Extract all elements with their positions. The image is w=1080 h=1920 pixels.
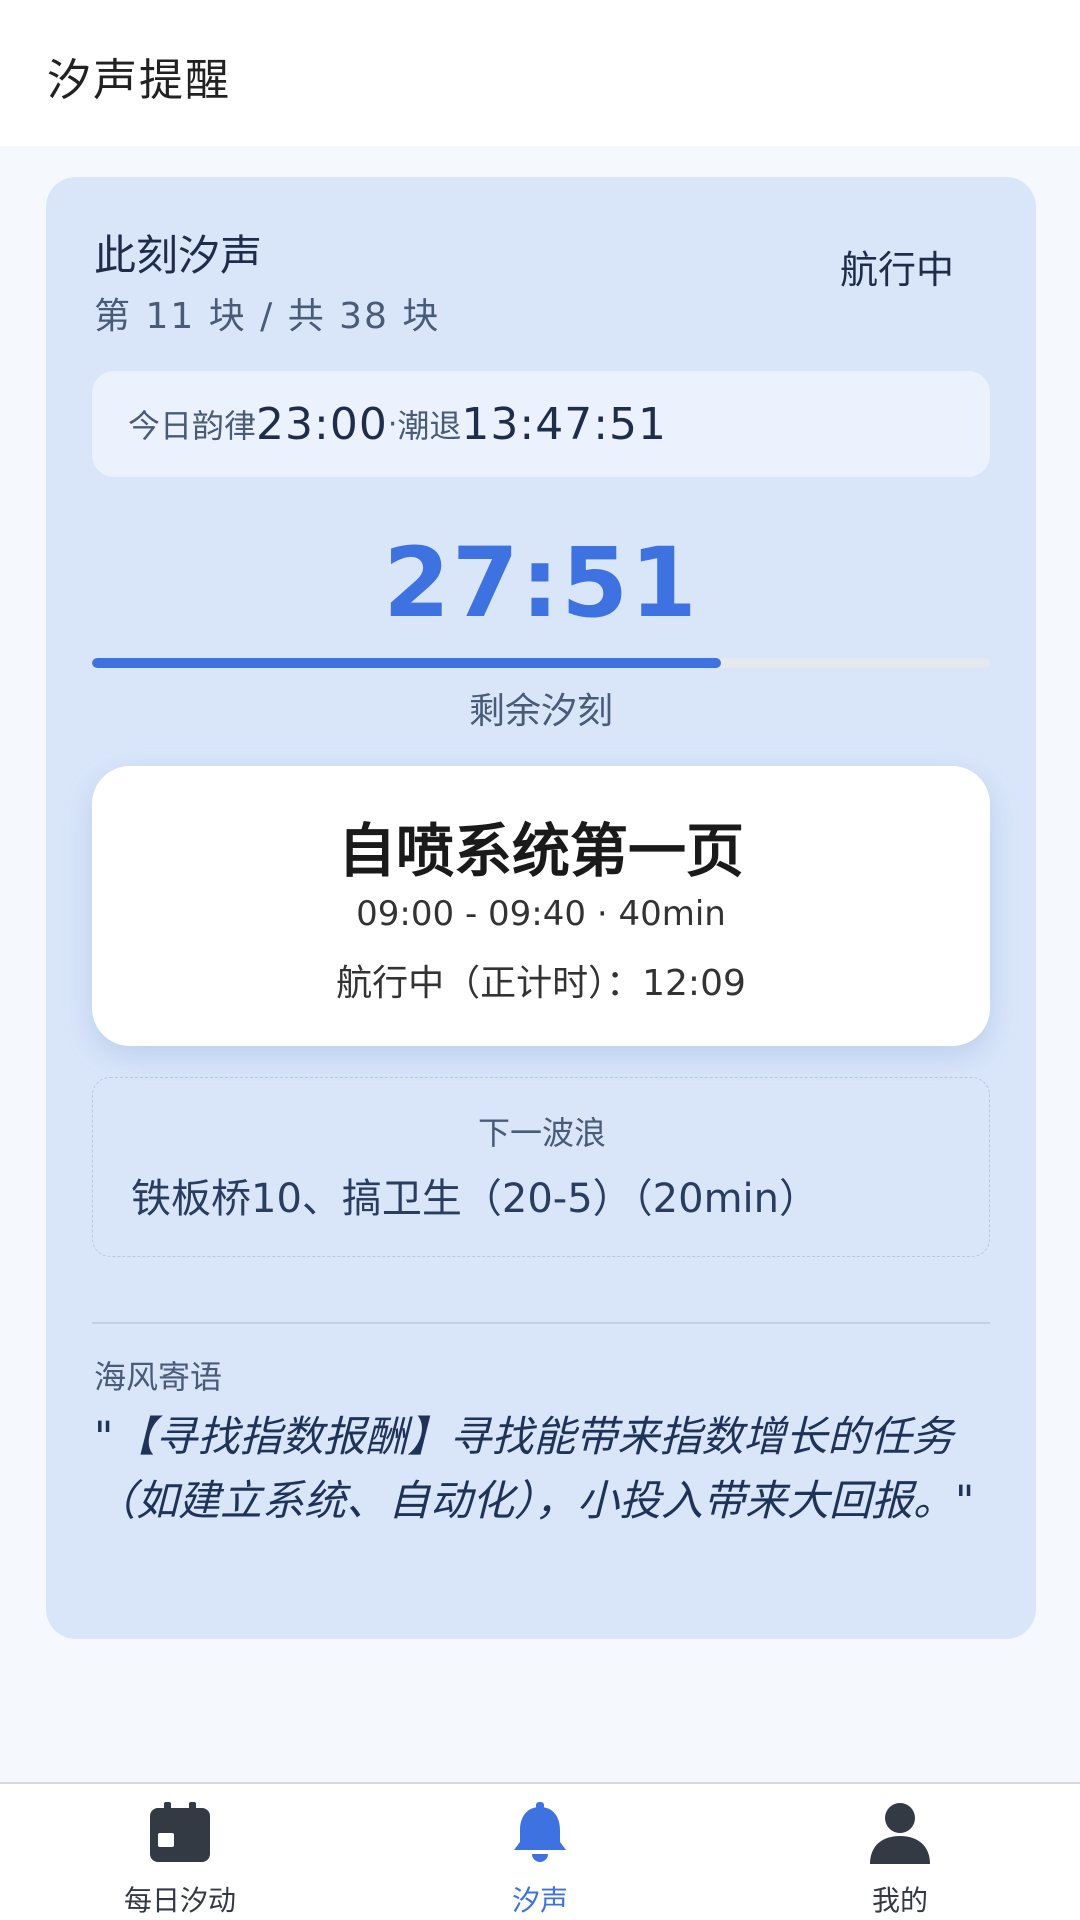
nav-label-daily: 每日汐动: [123, 1884, 236, 1917]
nav-label-mine: 我的: [871, 1884, 928, 1917]
nav-item-mine[interactable]: 我的: [750, 1784, 1050, 1920]
card-title: 此刻汐声: [94, 231, 263, 280]
next-wave-box: 下一波浪 铁板桥10、搞卫生（20-5）（20min）: [92, 1077, 990, 1257]
next-wave-label: 下一波浪: [477, 1114, 606, 1152]
status-text: 航行中: [839, 248, 954, 292]
calendar-icon: [150, 1802, 210, 1862]
task-time-range: 09:00 - 09:40 · 40min: [356, 894, 726, 934]
app-title: 汐声提醒: [47, 55, 231, 106]
rhythm-label: 今日韵律: [128, 407, 257, 445]
rhythm-separator: ·: [387, 406, 398, 442]
current-tide-card: 此刻汐声 第 11 块 / 共 38 块 航行中 今日韵律 23:00 · 潮退…: [46, 177, 1036, 1639]
daily-rhythm-box: 今日韵律 23:00 · 潮退 13:47:51: [92, 371, 990, 477]
quote-label: 海风寄语: [94, 1358, 223, 1396]
bell-icon: [514, 1802, 566, 1862]
task-title: 自喷系统第一页: [337, 817, 744, 885]
rhythm-time: 23:00: [256, 398, 388, 450]
person-icon: [870, 1803, 930, 1864]
quote-text: "【寻找指数报酬】寻找能带来指数增长的任务（如建立系统、自动化），小投入带来大回…: [94, 1412, 975, 1525]
block-counter: 第 11 块 / 共 38 块: [94, 296, 441, 337]
divider: [92, 1322, 990, 1324]
current-task-card[interactable]: 自喷系统第一页 09:00 - 09:40 · 40min 航行中（正计时）：1…: [92, 766, 990, 1046]
app-root: 汐声提醒 此刻汐声 第 11 块 / 共 38 块 航行中 今日韵律 23:00…: [0, 0, 1080, 1920]
next-wave-task: 铁板桥10、搞卫生（20-5）（20min）: [131, 1176, 820, 1222]
nav-label-tide: 汐声: [511, 1884, 568, 1917]
bottom-nav: 每日汐动 汐声 我的: [0, 1782, 1080, 1920]
remaining-label: 剩余汐刻: [468, 691, 613, 732]
app-header: 汐声提醒: [0, 0, 1080, 146]
progress-bar: [92, 658, 990, 668]
progress-fill: [92, 658, 721, 668]
countdown-timer: 27:51: [383, 527, 699, 639]
nav-item-tide[interactable]: 汐声: [390, 1784, 690, 1920]
ebb-time: 13:47:51: [461, 398, 668, 450]
ebb-label: 潮退: [397, 407, 462, 445]
task-elapsed: 航行中（正计时）：12:09: [336, 963, 746, 1004]
nav-item-daily[interactable]: 每日汐动: [30, 1784, 330, 1920]
